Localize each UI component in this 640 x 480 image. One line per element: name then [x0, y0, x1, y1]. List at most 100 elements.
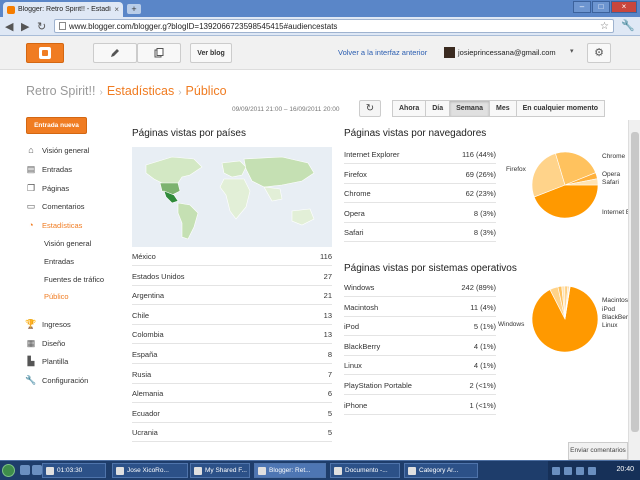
taskbar-item[interactable]: Jose XicoRo... — [112, 463, 188, 478]
world-map[interactable] — [132, 147, 332, 247]
clock: 20:40 — [616, 466, 634, 473]
new-post-pencil-button[interactable] — [93, 43, 137, 63]
posts-list-button[interactable] — [137, 43, 181, 63]
os-row-label[interactable]: PlayStation Portable — [344, 381, 412, 390]
os-row-value: 2 (<1%) — [469, 381, 496, 390]
quicklaunch-icon[interactable] — [20, 465, 30, 475]
new-post-button[interactable]: Entrada nueva — [26, 117, 87, 134]
sidebar-item-template[interactable]: ▙ Plantilla — [26, 356, 126, 366]
browser-row-value: 8 (3%) — [473, 208, 496, 218]
browser-row-label[interactable]: Opera — [344, 209, 365, 218]
url-text[interactable]: www.blogger.com/blogger.g?blogID=1392066… — [69, 22, 597, 31]
sidebar-item-stats[interactable]: ◔ Estadísticas — [26, 220, 126, 230]
country-row-value: 5 — [327, 428, 332, 438]
new-tab-button[interactable]: + — [127, 4, 141, 14]
user-email[interactable]: josieprincessana@gmail.com — [458, 48, 556, 57]
tray-icon[interactable] — [552, 466, 560, 475]
sidebar-item-posts[interactable]: ▤ Entradas — [26, 164, 126, 174]
gear-icon[interactable]: ⚙ — [587, 43, 611, 63]
address-bar[interactable]: www.blogger.com/blogger.g?blogID=1392066… — [54, 19, 614, 33]
country-row-label[interactable]: España — [132, 350, 157, 359]
os-row-label[interactable]: iPhone — [344, 401, 367, 410]
sidebar-item-pages[interactable]: ❐ Páginas — [26, 183, 126, 193]
blogger-logo-icon — [39, 47, 51, 59]
send-feedback-button[interactable]: Enviar comentarios — [568, 442, 628, 460]
breadcrumb-separator: › — [99, 87, 103, 98]
range-month-button[interactable]: Mes — [489, 100, 517, 117]
taskbar-item[interactable]: Blogger: Ret... — [254, 463, 326, 478]
browsers-pie-chart[interactable] — [530, 150, 600, 220]
blog-name[interactable]: Retro Spirit!! — [26, 84, 95, 98]
old-interface-link[interactable]: Volver a la interfaz anterior — [338, 48, 427, 57]
taskbar-item[interactable]: Category Ar... — [404, 463, 478, 478]
sidebar-subitem-posts[interactable]: Entradas — [44, 257, 74, 266]
page-scrollbar[interactable] — [628, 120, 640, 460]
taskbar-timer[interactable]: 01:03:30 — [42, 463, 106, 478]
country-row-label[interactable]: Chile — [132, 311, 149, 320]
os-row-label[interactable]: iPod — [344, 322, 359, 331]
os-row-label[interactable]: Linux — [344, 361, 362, 370]
country-row-label[interactable]: Colombia — [132, 330, 164, 339]
avatar[interactable] — [444, 47, 455, 58]
close-tab-icon[interactable]: × — [114, 5, 119, 14]
browser-row-value: 62 (23%) — [465, 189, 496, 199]
range-week-button[interactable]: Semana — [449, 100, 490, 117]
country-row-label[interactable]: Argentina — [132, 291, 164, 300]
refresh-button[interactable]: ↻ — [359, 100, 381, 117]
sidebar-item-earnings[interactable]: 🏆 Ingresos — [25, 319, 126, 329]
country-row-label[interactable]: Rusia — [132, 370, 151, 379]
browser-tab[interactable]: Blogger: Retro Spirit!! - Estadí × — [3, 2, 123, 17]
range-now-button[interactable]: Ahora — [392, 100, 427, 117]
os-row-label[interactable]: Macintosh — [344, 303, 378, 312]
browser-row-label[interactable]: Internet Explorer — [344, 150, 399, 159]
pie-label: Macintos — [602, 297, 629, 304]
os-title: Páginas vistas por sistemas operativos — [344, 263, 517, 274]
window-close-icon[interactable]: × — [611, 1, 637, 13]
tray-icon[interactable] — [576, 466, 584, 475]
maximize-icon[interactable]: □ — [592, 1, 610, 13]
browser-row-label[interactable]: Safari — [344, 228, 364, 237]
quicklaunch-icon[interactable] — [32, 465, 42, 475]
sidebar-item-comments[interactable]: ▭ Comentarios — [26, 201, 126, 211]
star-icon[interactable]: ☆ — [600, 21, 609, 32]
minimize-icon[interactable]: – — [573, 1, 591, 13]
sidebar-item-layout[interactable]: ▦ Diseño — [26, 338, 126, 348]
tray-icon[interactable] — [564, 466, 572, 475]
breadcrumb-section[interactable]: Estadísticas — [107, 84, 174, 98]
country-row-label[interactable]: Ecuador — [132, 409, 160, 418]
country-row-label[interactable]: Estados Unidos — [132, 272, 185, 281]
sidebar-item-overview[interactable]: ⌂ Visión general — [26, 145, 126, 155]
view-blog-button[interactable]: Ver blog — [190, 43, 232, 63]
country-row: Estados Unidos 27 — [132, 267, 332, 286]
range-alltime-button[interactable]: En cualquier momento — [515, 100, 606, 117]
forward-button[interactable]: ▶ — [21, 20, 29, 33]
sidebar-subitem-traffic-sources[interactable]: Fuentes de tráfico — [44, 275, 104, 284]
back-button[interactable]: ◀ — [5, 20, 13, 33]
sidebar-item-settings[interactable]: 🔧 Configuración — [25, 375, 126, 385]
os-row-label[interactable]: Windows — [344, 283, 374, 292]
os-row-value: 5 (1%) — [473, 322, 496, 332]
country-row-label[interactable]: Alemania — [132, 389, 163, 398]
country-row-label[interactable]: Ucrania — [132, 428, 158, 437]
wrench-icon[interactable]: 🔧 — [621, 19, 635, 32]
browser-row-label[interactable]: Chrome — [344, 189, 371, 198]
taskbar-item[interactable]: Documento -... — [330, 463, 400, 478]
os-pie-chart[interactable] — [530, 284, 600, 354]
sidebar-subitem-overview[interactable]: Visión general — [44, 239, 91, 248]
sidebar-subitem-audience[interactable]: Público — [44, 292, 69, 301]
taskbar-item[interactable]: My Shared F... — [190, 463, 250, 478]
browser-row: Firefox 69 (26%) — [344, 165, 496, 184]
scrollbar-thumb[interactable] — [631, 132, 639, 432]
start-button[interactable] — [2, 464, 15, 477]
browser-row: Safari 8 (3%) — [344, 223, 496, 243]
range-day-button[interactable]: Día — [425, 100, 451, 117]
browser-row-label[interactable]: Firefox — [344, 170, 367, 179]
blogger-home-button[interactable] — [26, 43, 64, 63]
country-row-label[interactable]: México — [132, 252, 156, 261]
country-row-value: 6 — [327, 389, 332, 399]
tray-icon[interactable] — [588, 466, 596, 475]
sidebar-item-label: Diseño — [42, 338, 66, 348]
os-row-label[interactable]: BlackBerry — [344, 342, 380, 351]
chevron-down-icon[interactable]: ▾ — [570, 47, 574, 55]
reload-button[interactable]: ↻ — [37, 20, 46, 33]
